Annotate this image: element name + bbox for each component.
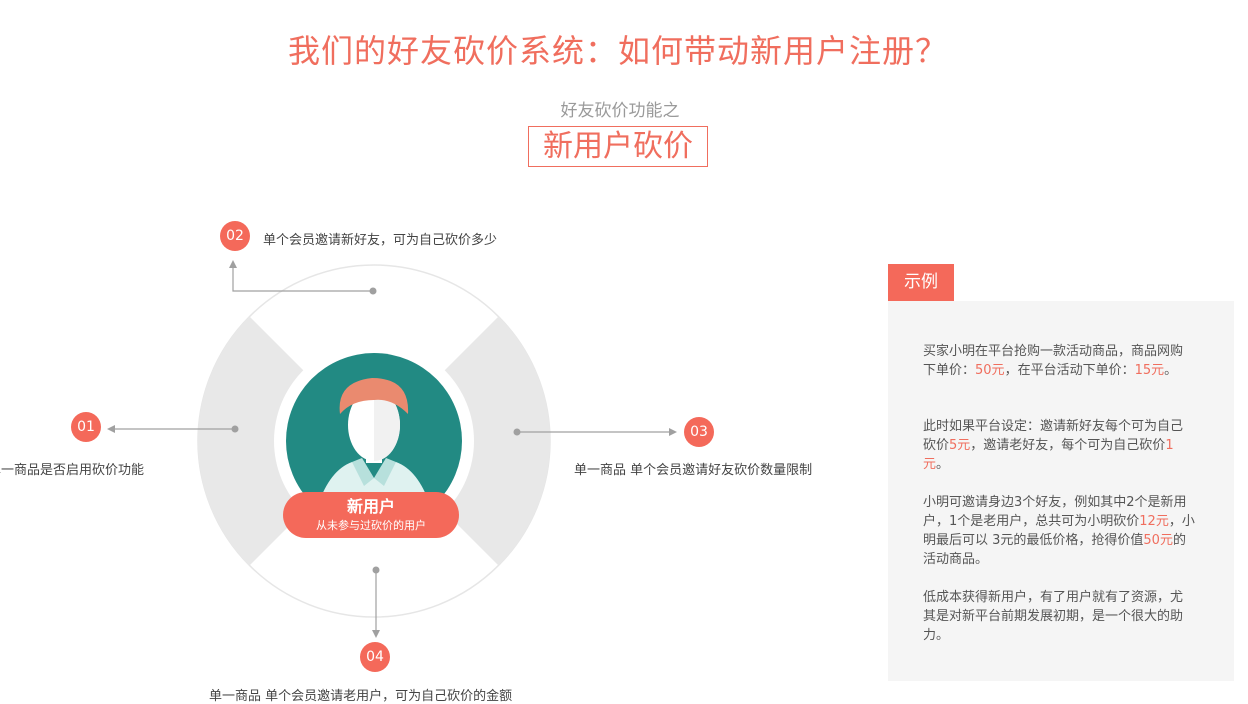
- highlight-value: 12元: [1139, 514, 1169, 529]
- center-badge-subtitle: 从未参与过砍价的用户: [316, 519, 426, 532]
- highlight-value: 50元: [975, 363, 1005, 378]
- paragraph-text: ，在平台活动下单价：: [1004, 363, 1135, 378]
- bargain-diagram: [107, 260, 677, 638]
- example-paragraph-2: 此时如果平台设定：邀请新好友每个可为自己砍价5元，邀请老好友，每个可为自己砍价1…: [923, 417, 1195, 474]
- highlight-value: 15元: [1134, 363, 1165, 378]
- step-number-03: 03: [684, 417, 714, 447]
- arrow-04: [372, 630, 380, 638]
- paragraph-text: 低成本获得新用户，有了用户就有了资源，尤其是对新平台前期发展初期，是一个很大的助…: [923, 590, 1184, 643]
- connector-dot-02: [369, 287, 377, 295]
- paragraph-text: 。: [1164, 363, 1178, 378]
- paragraph-text: ，邀请老好友，每个可为自己砍价: [970, 438, 1166, 453]
- example-paragraph-3: 小明可邀请身边3个好友，例如其中2个是新用户，1个是老用户，总共可为小明砍价12…: [923, 493, 1195, 569]
- arrow-03: [669, 428, 677, 436]
- highlight-value: 50元: [1143, 533, 1173, 548]
- step-number-04: 04: [360, 642, 390, 672]
- arrow-01: [107, 425, 115, 433]
- example-paragraph-1: 买家小明在平台抢购一款活动商品，商品网购下单价：50元，在平台活动下单价：15元…: [923, 342, 1195, 380]
- step-label-01: 单一商品是否启用砍价功能: [0, 463, 145, 478]
- example-paragraph-4: 低成本获得新用户，有了用户就有了资源，尤其是对新平台前期发展初期，是一个很大的助…: [923, 588, 1195, 645]
- step-number-02: 02: [220, 221, 250, 251]
- paragraph-text: 。: [936, 457, 950, 472]
- arrow-02: [229, 260, 237, 268]
- highlight-value: 5元: [949, 438, 971, 453]
- step-number-01: 01: [71, 412, 101, 442]
- connector-dot-03: [513, 428, 521, 436]
- step-label-04: 单一商品 单个会员邀请老用户，可为自己砍价的金额: [209, 689, 513, 704]
- step-label-03: 单一商品 单个会员邀请好友砍价数量限制: [574, 463, 813, 478]
- connector-dot-04: [372, 566, 380, 574]
- example-panel: 买家小明在平台抢购一款活动商品，商品网购下单价：50元，在平台活动下单价：15元…: [888, 301, 1234, 681]
- center-badge-title: 新用户: [346, 497, 395, 516]
- example-tab: 示例: [888, 264, 954, 301]
- step-label-02: 单个会员邀请新好友，可为自己砍价多少: [263, 233, 498, 248]
- center-badge: 新用户 从未参与过砍价的用户: [283, 492, 459, 538]
- connector-dot-01: [231, 425, 239, 433]
